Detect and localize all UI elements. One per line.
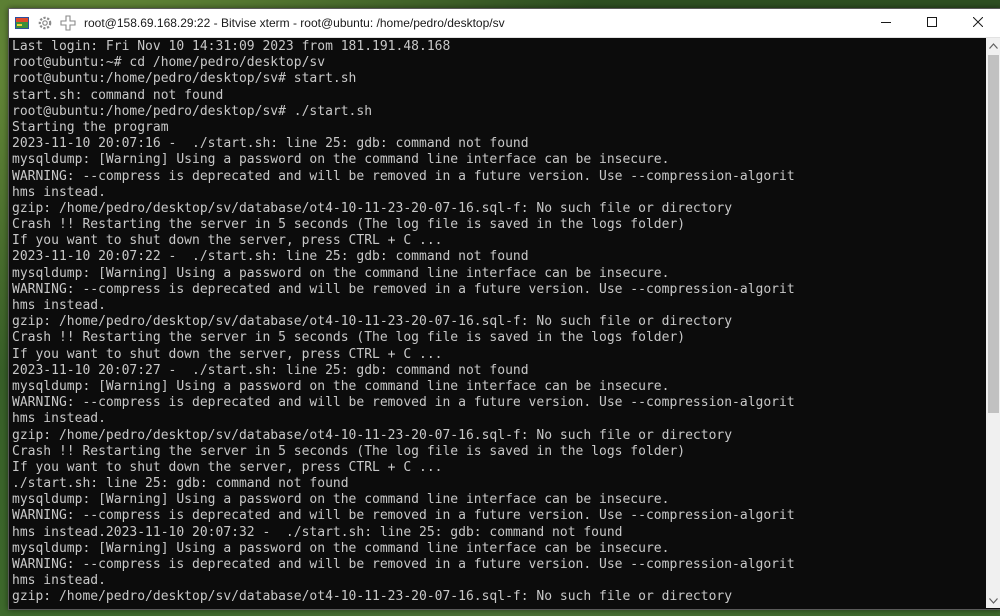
terminal-line: 2023-11-10 20:07:27 - ./start.sh: line 2… bbox=[12, 362, 529, 378]
minimize-icon bbox=[881, 14, 891, 32]
terminal-line: root@ubuntu:~# cd /home/pedro/desktop/sv bbox=[12, 55, 326, 71]
terminal-line: Crash !! Restarting the server in 5 seco… bbox=[12, 217, 686, 233]
terminal-window[interactable]: root@158.69.168.29:22 - Bitvise xterm - … bbox=[8, 8, 1000, 610]
terminal-line: 2023-11-10 20:07:16 - ./start.sh: line 2… bbox=[12, 136, 529, 152]
window-title: root@158.69.168.29:22 - Bitvise xterm - … bbox=[84, 16, 505, 30]
terminal-line: mysqldump: [Warning] Using a password on… bbox=[12, 265, 670, 281]
scrollbar-thumb[interactable] bbox=[988, 55, 999, 413]
maximize-button[interactable] bbox=[909, 9, 955, 37]
close-icon bbox=[972, 14, 984, 32]
terminal-line: gzip: /home/pedro/desktop/sv/database/ot… bbox=[12, 314, 733, 330]
terminal-line: hms instead. bbox=[12, 184, 106, 200]
maximize-icon bbox=[927, 14, 937, 32]
terminal-line: gzip: /home/pedro/desktop/sv/database/ot… bbox=[12, 200, 733, 216]
scroll-up-arrow-icon[interactable] bbox=[986, 38, 1000, 53]
terminal-line: gzip: /home/pedro/desktop/sv/database/ot… bbox=[12, 589, 733, 605]
terminal-line: mysqldump: [Warning] Using a password on… bbox=[12, 152, 670, 168]
terminal-line: hms instead. bbox=[12, 573, 106, 589]
terminal-line: hms instead. bbox=[12, 298, 106, 313]
window-controls bbox=[863, 9, 1000, 37]
plus-icon[interactable] bbox=[60, 15, 76, 31]
terminal-line: root@ubuntu:/home/pedro/desktop/sv# star… bbox=[12, 71, 357, 87]
terminal-line: Crash !! Restarting the server in 5 seco… bbox=[12, 443, 686, 459]
terminal-output[interactable]: Last login: Fri Nov 10 14:31:09 2023 fro… bbox=[12, 38, 982, 609]
terminal-line: WARNING: --compress is deprecated and wi… bbox=[12, 557, 795, 572]
title-bar[interactable]: root@158.69.168.29:22 - Bitvise xterm - … bbox=[9, 9, 1000, 38]
terminal-line: If you want to shut down the server, pre… bbox=[12, 459, 443, 475]
terminal-line: start.sh: command not found bbox=[12, 87, 224, 103]
terminal-line: 2023-11-10 20:07:22 - ./start.sh: line 2… bbox=[12, 249, 529, 265]
terminal-line: ./start.sh: line 25: gdb: command not fo… bbox=[12, 476, 349, 492]
terminal-line: root@ubuntu:/home/pedro/desktop/sv# ./st… bbox=[12, 103, 373, 119]
vertical-scrollbar[interactable] bbox=[986, 38, 1000, 608]
terminal-line: Crash !! Restarting the server in 5 seco… bbox=[12, 330, 686, 346]
minimize-button[interactable] bbox=[863, 9, 909, 37]
terminal-line: WARNING: --compress is deprecated and wi… bbox=[12, 168, 795, 184]
close-button[interactable] bbox=[955, 9, 1000, 37]
bitvise-xterm-icon[interactable] bbox=[14, 15, 30, 31]
terminal-line: Last login: Fri Nov 10 14:31:09 2023 fro… bbox=[12, 39, 451, 54]
terminal-line: mysqldump: [Warning] Using a password on… bbox=[12, 492, 670, 508]
scroll-down-arrow-icon[interactable] bbox=[986, 593, 1000, 608]
terminal-line: WARNING: --compress is deprecated and wi… bbox=[12, 281, 795, 297]
gear-icon[interactable] bbox=[37, 15, 53, 31]
terminal-line: If you want to shut down the server, pre… bbox=[12, 233, 443, 249]
terminal-line: gzip: /home/pedro/desktop/sv/database/ot… bbox=[12, 427, 733, 443]
terminal-line: hms instead.2023-11-10 20:07:32 - ./star… bbox=[12, 524, 623, 540]
terminal-line: mysqldump: [Warning] Using a password on… bbox=[12, 540, 670, 556]
terminal-line: hms instead. bbox=[12, 411, 106, 427]
terminal-line: WARNING: --compress is deprecated and wi… bbox=[12, 395, 795, 411]
terminal-line: Starting the program bbox=[12, 119, 169, 135]
terminal-line: If you want to shut down the server, pre… bbox=[12, 346, 443, 362]
terminal-line: WARNING: --compress is deprecated and wi… bbox=[12, 508, 795, 524]
terminal-line: mysqldump: [Warning] Using a password on… bbox=[12, 378, 670, 394]
